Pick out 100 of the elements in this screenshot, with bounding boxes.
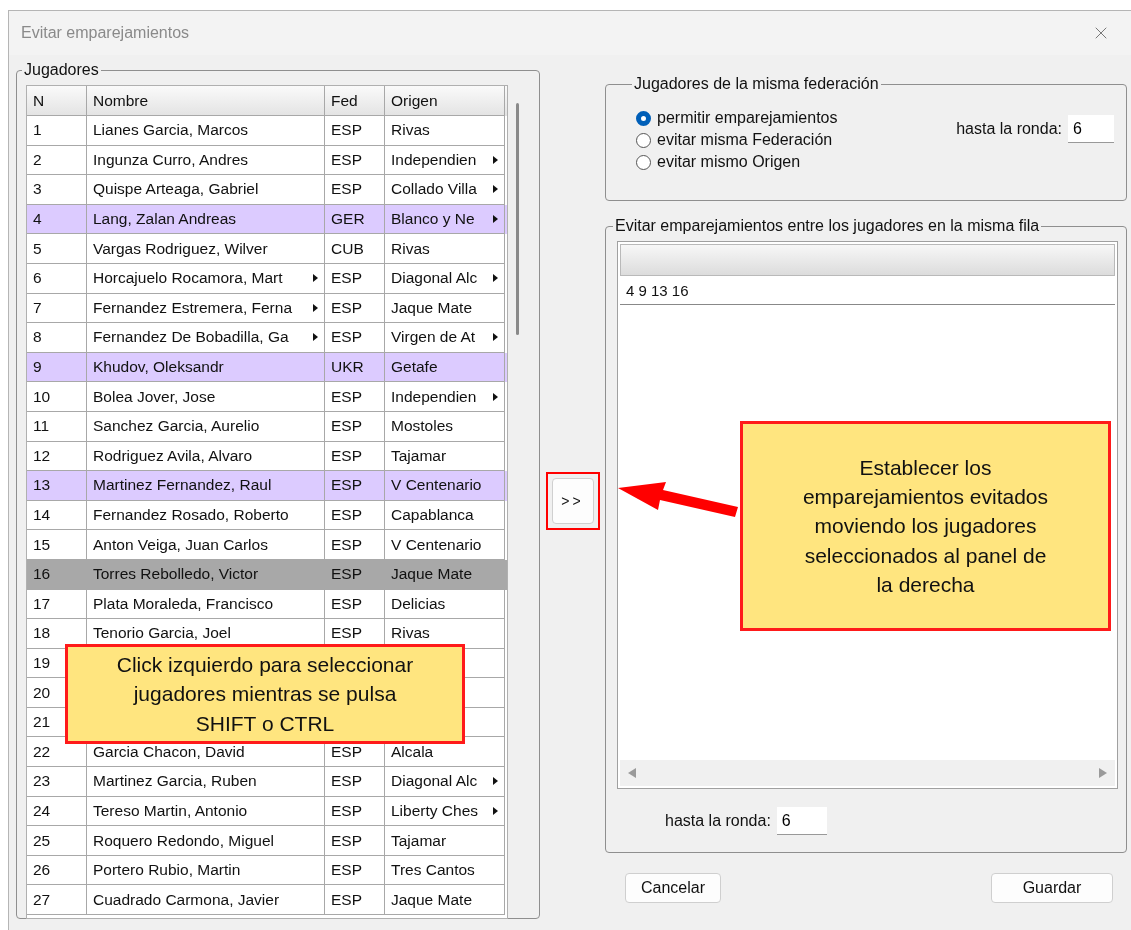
table-cell: Jaque Mate (391, 565, 472, 584)
table-cell: Horcajuelo Rocamora, Mart (93, 269, 283, 288)
table-cell: ESP (331, 328, 362, 347)
scrollbar[interactable] (516, 103, 519, 335)
table-cell: 14 (33, 506, 51, 524)
table-cell: Cuadrado Carmona, Javier (93, 890, 280, 909)
table-row[interactable]: 7 Fernandez Estremera, Ferna ESP Jaque Mate (27, 293, 507, 324)
radio-label[interactable]: evitar misma Federación (657, 131, 833, 149)
table-cell: 13 (33, 476, 51, 495)
table-cell: ESP (331, 180, 362, 199)
table-cell: ESP (331, 624, 362, 643)
table-cell: 5 (33, 239, 42, 258)
save-button[interactable]: Guardar (991, 873, 1113, 903)
table-row[interactable]: 27 Cuadrado Carmona, Javier ESP Jaque Mate (27, 885, 507, 916)
radio-button[interactable] (636, 132, 651, 148)
group-title: Jugadores de la misma federación (633, 75, 880, 93)
table-cell: ESP (331, 269, 362, 288)
table-row[interactable]: 2 Ingunza Curro, Andres ESP Independien (27, 145, 507, 176)
table-row[interactable]: 23 Martinez Garcia, Ruben ESP Diagonal Alc (27, 767, 507, 797)
table-row[interactable]: 1 Lianes Garcia, Marcos ESP Rivas (27, 116, 507, 146)
scroll-right-icon[interactable] (1099, 768, 1107, 778)
overflow-triangle-icon (493, 777, 498, 786)
table-cell: Collado Villa (391, 180, 477, 199)
table-cell: ESP (331, 506, 362, 524)
table-cell: Tereso Martin, Antonio (93, 801, 248, 820)
table-row[interactable]: 10 Bolea Jover, Jose ESP Independien (27, 382, 507, 412)
table-row[interactable]: 9 Khudov, Oleksandr UKR Getafe (27, 352, 507, 383)
list-item[interactable]: 4 9 13 16 (626, 281, 689, 299)
table-cell: 7 (33, 298, 42, 317)
table-cell: Capablanca (391, 506, 474, 524)
table-row[interactable]: 14 Fernandez Rosado, Roberto ESP Capablanca (27, 500, 507, 531)
column-header[interactable]: N (33, 91, 45, 110)
table-row[interactable]: 26 Portero Rubio, Martin ESP Tres Cantos (27, 855, 507, 886)
table-cell: Virgen de At (391, 328, 476, 347)
round-input[interactable]: 6 (776, 807, 827, 835)
table-row[interactable]: 25 Roquero Redondo, Miguel ESP Tajamar (27, 826, 507, 856)
table-cell: 18 (33, 624, 51, 643)
table-cell: Diagonal Alc (391, 772, 478, 791)
cancel-button[interactable]: Cancelar (625, 873, 721, 903)
table-cell: Tres Cantos (391, 861, 475, 880)
table-cell: ESP (331, 417, 362, 436)
table-cell: 24 (33, 801, 51, 820)
table-row[interactable]: 11 Sanchez Garcia, Aurelio ESP Mostoles (27, 411, 507, 442)
table-row[interactable]: 17 Plata Moraleda, Francisco ESP Delicias (27, 589, 507, 620)
table-cell: Torres Rebolledo, Victor (93, 565, 259, 584)
table-cell: ESP (331, 476, 362, 495)
overflow-triangle-icon (313, 274, 318, 283)
table-cell: ESP (331, 387, 362, 406)
table-cell: 19 (33, 654, 51, 672)
table-row[interactable]: 12 Rodriguez Avila, Alvaro ESP Tajamar (27, 441, 507, 472)
table-cell: Vargas Rodriguez, Wilver (93, 239, 268, 258)
table-cell: 17 (33, 594, 51, 613)
table-cell: ESP (331, 772, 362, 791)
table-row[interactable]: 24 Tereso Martin, Antonio ESP Liberty Ches (27, 796, 507, 827)
table-row[interactable]: 8 Fernandez De Bobadilla, Ga ESP Virgen de At (27, 323, 507, 353)
table-cell: Fernandez Rosado, Roberto (93, 506, 289, 524)
radio-button[interactable] (636, 154, 651, 170)
table-cell: Rivas (391, 239, 430, 258)
table-cell: Sanchez Garcia, Aurelio (93, 417, 260, 436)
radio-label[interactable]: permitir emparejamientos (657, 109, 838, 127)
note-tooltip: Establecer los emparejamientos evitados moviendo los jugadores seleccionados al panel de la derecha (740, 421, 1111, 631)
round-label: hasta la ronda: (665, 812, 771, 830)
table-cell: Jaque Mate (391, 890, 472, 909)
table-cell: Rivas (391, 121, 430, 140)
table-cell: 26 (33, 861, 51, 880)
overflow-triangle-icon (493, 806, 498, 815)
column-header[interactable]: Origen (391, 91, 438, 110)
table-cell: Tajamar (391, 446, 447, 465)
scroll-left-icon[interactable] (628, 768, 636, 778)
table-row[interactable]: 6 Horcajuelo Rocamora, Mart ESP Diagonal Alc (27, 263, 507, 294)
move-button[interactable]: >> (551, 478, 594, 524)
table-cell: V Centenario (391, 476, 482, 495)
table-cell: Tenorio Garcia, Joel (93, 624, 231, 643)
table-cell: Mostoles (391, 417, 454, 436)
scrollbar[interactable] (620, 760, 1115, 786)
overflow-triangle-icon (313, 333, 318, 342)
radio-button[interactable] (636, 110, 651, 126)
table-row[interactable]: 4 Lang, Zalan Andreas GER Blanco y Ne (27, 204, 507, 235)
table-cell: Martinez Fernandez, Raul (93, 476, 272, 495)
table-cell: ESP (331, 801, 362, 820)
table-cell: Blanco y Ne (391, 210, 475, 229)
table-cell: 27 (33, 890, 51, 909)
overflow-triangle-icon (493, 392, 498, 401)
table-cell: CUB (331, 239, 364, 258)
table-cell: Khudov, Oleksandr (93, 358, 224, 377)
round-input[interactable]: 6 (1068, 115, 1114, 143)
column-header[interactable]: Fed (331, 91, 358, 110)
table-cell: ESP (331, 446, 362, 465)
table-cell: Plata Moraleda, Francisco (93, 594, 274, 613)
table-cell: Bolea Jover, Jose (93, 387, 216, 406)
table-cell: Portero Rubio, Martin (93, 861, 241, 880)
table-row[interactable]: 16 Torres Rebolledo, Victor ESP Jaque Mate (27, 559, 507, 590)
table-row[interactable]: 3 Quispe Arteaga, Gabriel ESP Collado Villa (27, 175, 507, 205)
table-row[interactable]: 15 Anton Veiga, Juan Carlos ESP V Centenario (27, 530, 507, 560)
table-cell: Martinez Garcia, Ruben (93, 772, 257, 791)
table-cell: Roquero Redondo, Miguel (93, 831, 274, 850)
column-header[interactable]: Nombre (93, 91, 149, 110)
table-row[interactable]: 13 Martinez Fernandez, Raul ESP V Centenario (27, 471, 507, 501)
table-row[interactable]: 5 Vargas Rodriguez, Wilver CUB Rivas (27, 234, 507, 264)
radio-label[interactable]: evitar mismo Origen (657, 153, 801, 171)
